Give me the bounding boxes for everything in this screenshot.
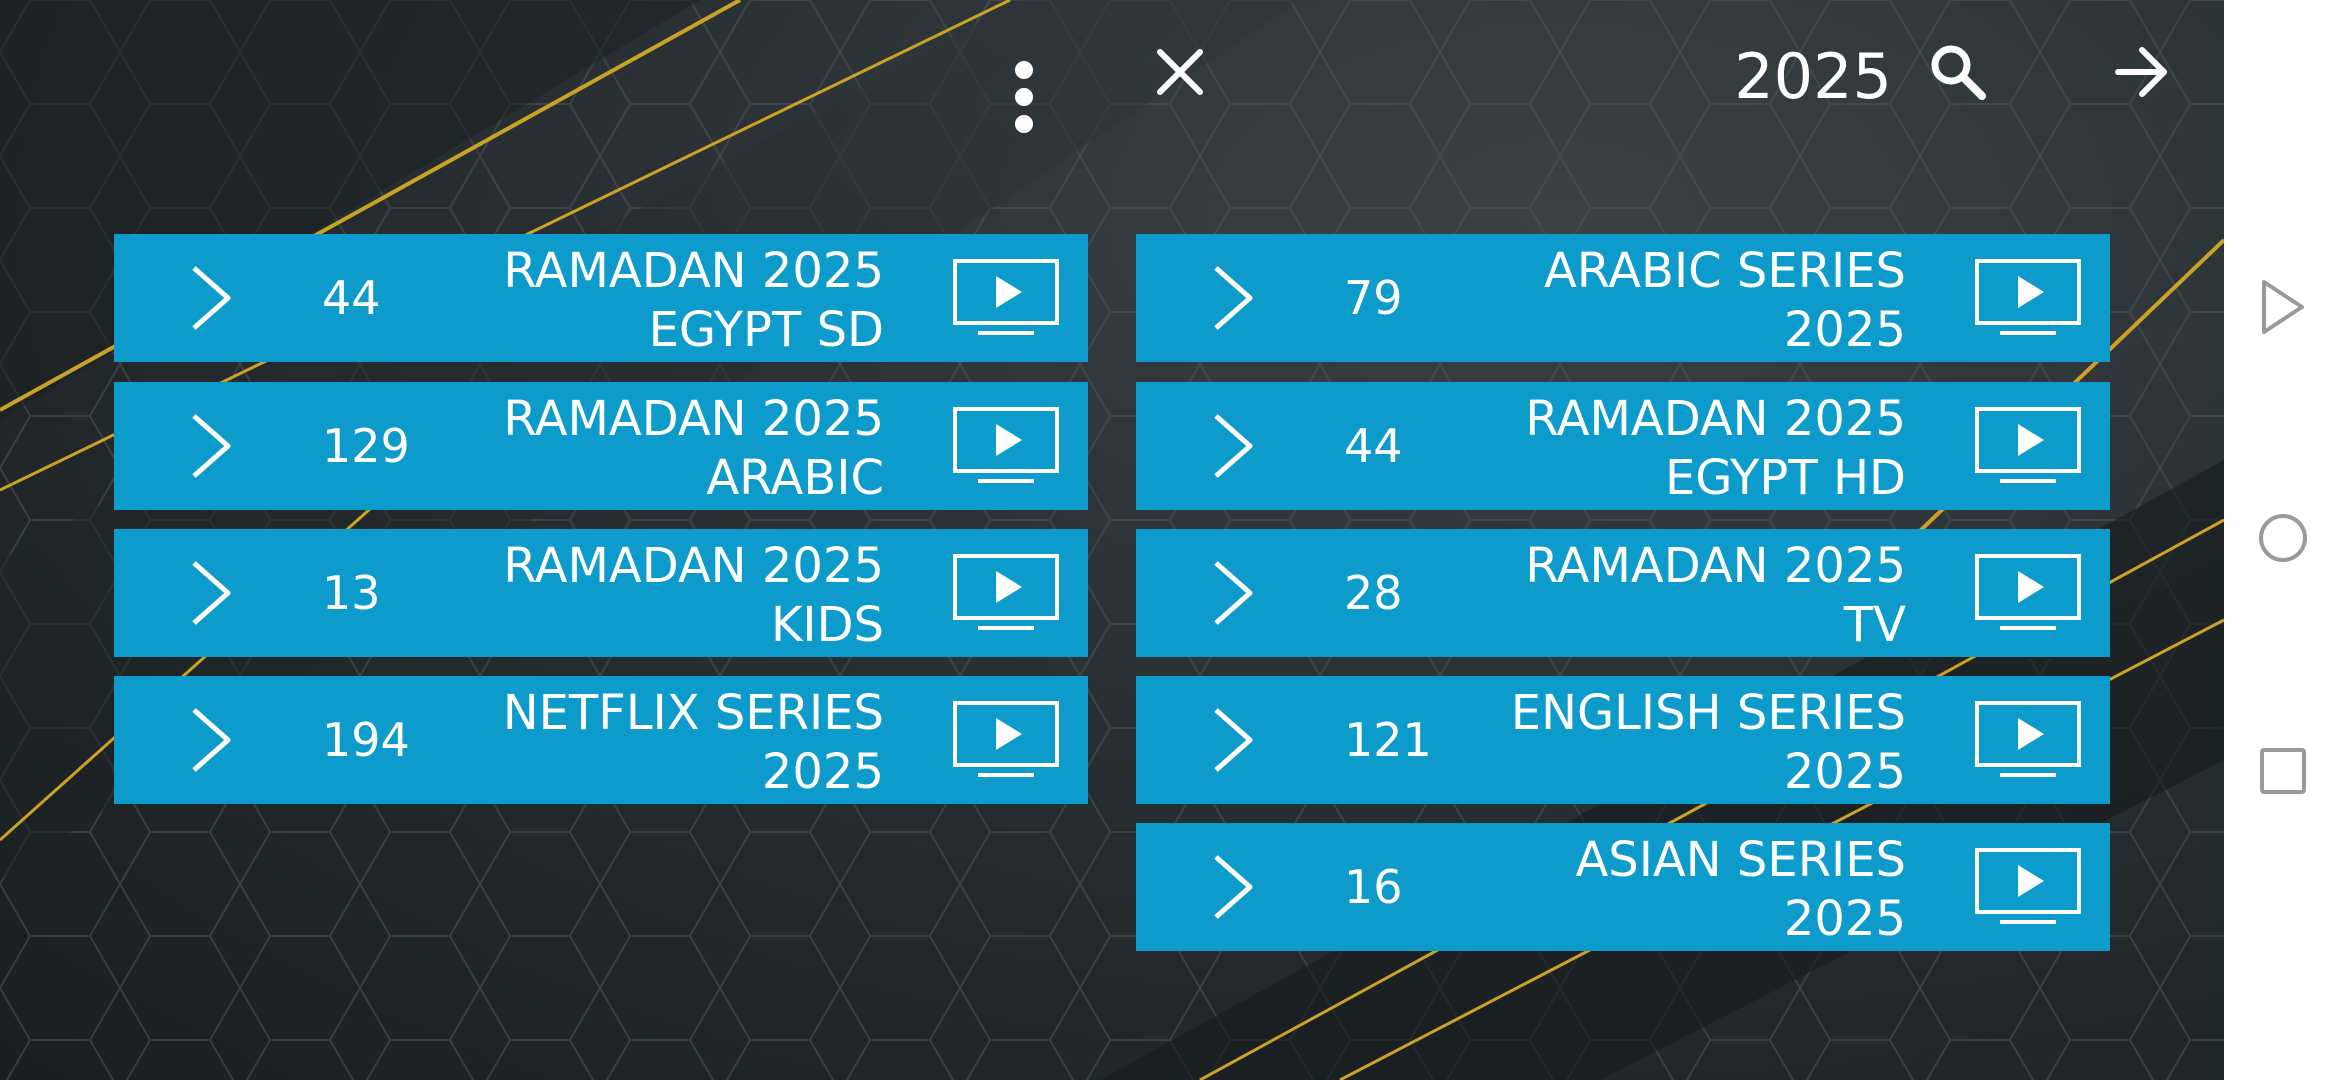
- search-icon: [1931, 45, 1986, 100]
- tv-play-icon: [953, 554, 1059, 630]
- title-line-2: 2025: [761, 744, 884, 800]
- title-line-2: ARABIC: [706, 450, 884, 506]
- category-title: RAMADAN 2025 KIDS: [424, 537, 884, 655]
- title-line-1: RAMADAN 2025: [503, 391, 884, 447]
- channel-count: 44: [1344, 419, 1403, 473]
- category-row[interactable]: 13 RAMADAN 2025 KIDS: [114, 529, 1088, 657]
- category-title: ASIAN SERIES 2025: [1446, 831, 1906, 949]
- category-row[interactable]: 79 ARABIC SERIES 2025: [1136, 234, 2110, 362]
- title-line-1: RAMADAN 2025: [503, 243, 884, 299]
- recents-button[interactable]: [2258, 746, 2308, 796]
- category-title: ARABIC SERIES 2025: [1446, 242, 1906, 360]
- chevron-right-icon: [1214, 855, 1253, 919]
- category-title: RAMADAN 2025 EGYPT HD: [1446, 390, 1906, 508]
- channel-count: 44: [322, 271, 381, 325]
- category-row[interactable]: 194 NETFLIX SERIES 2025: [114, 676, 1088, 804]
- category-title: NETFLIX SERIES 2025: [424, 684, 884, 802]
- back-button[interactable]: [2258, 276, 2308, 338]
- channel-count: 129: [322, 419, 410, 473]
- forward-button[interactable]: [2110, 40, 2174, 104]
- search-input[interactable]: [1700, 36, 1894, 118]
- app-screen: 44 RAMADAN 2025 EGYPT SD 129 RAMADAN 202…: [0, 0, 2224, 1080]
- search-button[interactable]: [1926, 40, 1990, 104]
- channel-count: 13: [322, 566, 381, 620]
- chevron-right-icon: [1214, 561, 1253, 625]
- category-row[interactable]: 44 RAMADAN 2025 EGYPT SD: [114, 234, 1088, 362]
- more-vert-icon: [1015, 61, 1033, 133]
- channel-count: 16: [1344, 860, 1403, 914]
- title-line-2: EGYPT HD: [1664, 450, 1906, 506]
- title-line-2: KIDS: [770, 597, 884, 653]
- title-line-1: RAMADAN 2025: [1525, 391, 1906, 447]
- chevron-right-icon: [192, 266, 231, 330]
- tv-play-icon: [1975, 407, 2081, 483]
- tv-play-icon: [953, 701, 1059, 777]
- tv-play-icon: [953, 259, 1059, 335]
- title-line-1: NETFLIX SERIES: [502, 685, 884, 741]
- recents-icon: [2260, 748, 2306, 794]
- category-title: RAMADAN 2025 EGYPT SD: [424, 242, 884, 360]
- channel-count: 121: [1344, 713, 1432, 767]
- title-line-2: TV: [1843, 597, 1906, 653]
- category-row[interactable]: 44 RAMADAN 2025 EGYPT HD: [1136, 382, 2110, 510]
- chevron-right-icon: [1214, 414, 1253, 478]
- title-line-2: 2025: [1783, 744, 1906, 800]
- category-row[interactable]: 28 RAMADAN 2025 TV: [1136, 529, 2110, 657]
- tv-play-icon: [1975, 259, 2081, 335]
- title-line-2: EGYPT SD: [648, 302, 884, 358]
- title-line-1: RAMADAN 2025: [503, 538, 884, 594]
- tv-play-icon: [1975, 554, 2081, 630]
- chevron-right-icon: [192, 414, 231, 478]
- back-icon: [2262, 280, 2304, 334]
- close-icon: [1157, 49, 1203, 95]
- category-row[interactable]: 121 ENGLISH SERIES 2025: [1136, 676, 2110, 804]
- title-line-2: 2025: [1783, 302, 1906, 358]
- system-navigation-bar: [2224, 0, 2340, 1080]
- category-title: RAMADAN 2025 ARABIC: [424, 390, 884, 508]
- tv-play-icon: [953, 407, 1059, 483]
- home-icon: [2259, 514, 2307, 562]
- title-line-1: RAMADAN 2025: [1525, 538, 1906, 594]
- title-line-1: ENGLISH SERIES: [1510, 685, 1906, 741]
- home-button[interactable]: [2258, 512, 2308, 564]
- chevron-right-icon: [192, 708, 231, 772]
- chevron-right-icon: [1214, 266, 1253, 330]
- title-line-1: ASIAN SERIES: [1575, 832, 1906, 888]
- category-title: ENGLISH SERIES 2025: [1446, 684, 1906, 802]
- close-search-button[interactable]: [1150, 42, 1210, 102]
- arrow-forward-icon: [2115, 47, 2167, 97]
- channel-count: 79: [1344, 271, 1403, 325]
- tv-play-icon: [1975, 848, 2081, 924]
- category-title: RAMADAN 2025 TV: [1446, 537, 1906, 655]
- category-row[interactable]: 16 ASIAN SERIES 2025: [1136, 823, 2110, 951]
- tv-play-icon: [1975, 701, 2081, 777]
- more-options-button[interactable]: [1000, 52, 1048, 142]
- channel-count: 194: [322, 713, 410, 767]
- category-row[interactable]: 129 RAMADAN 2025 ARABIC: [114, 382, 1088, 510]
- chevron-right-icon: [1214, 708, 1253, 772]
- channel-count: 28: [1344, 566, 1403, 620]
- title-line-1: ARABIC SERIES: [1543, 243, 1906, 299]
- chevron-right-icon: [192, 561, 231, 625]
- title-line-2: 2025: [1783, 891, 1906, 947]
